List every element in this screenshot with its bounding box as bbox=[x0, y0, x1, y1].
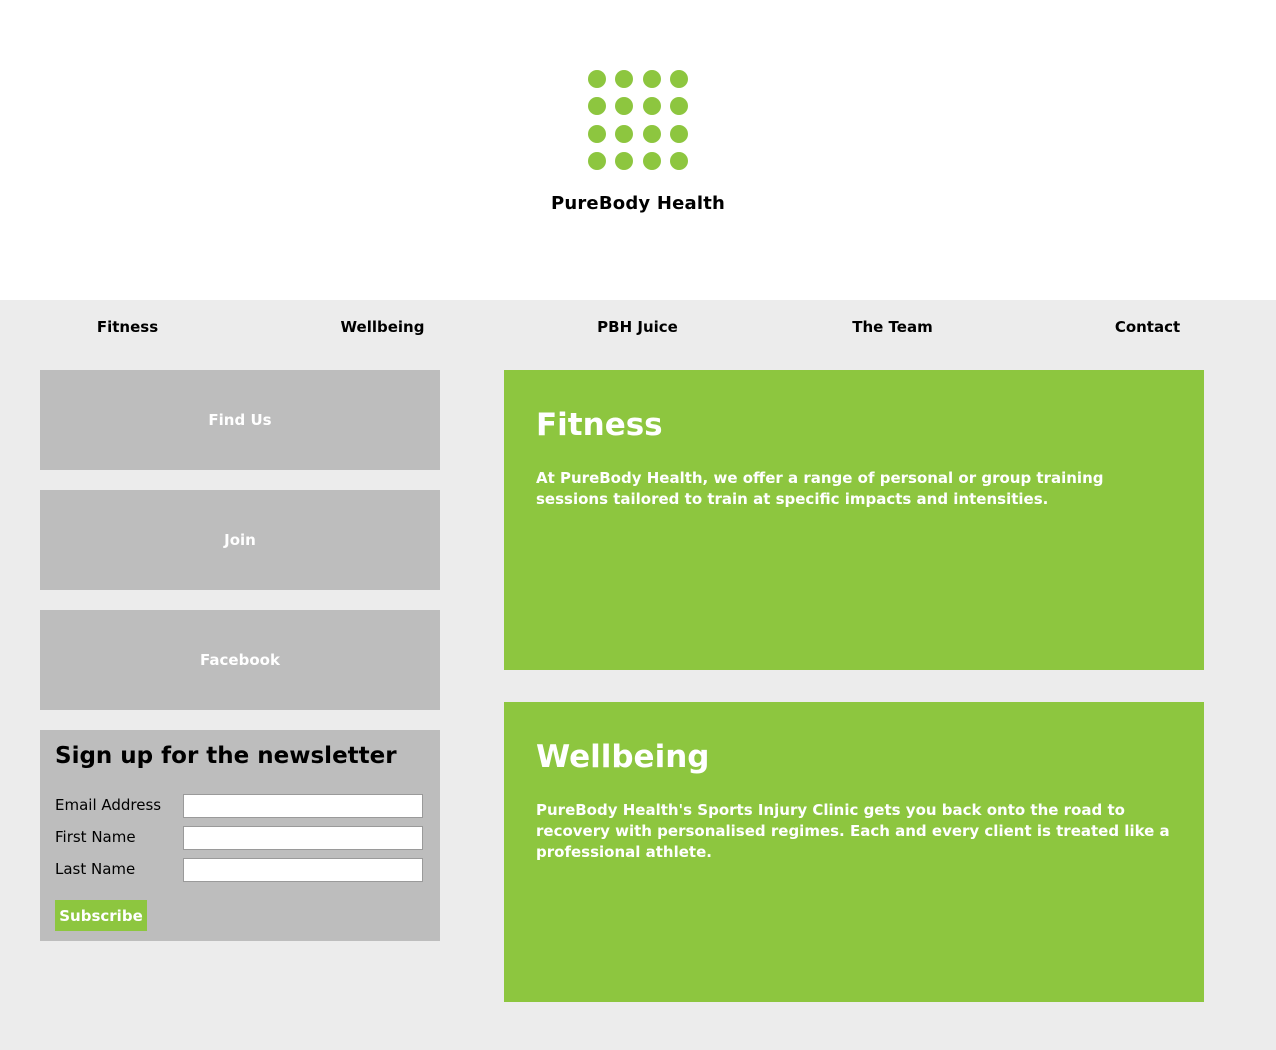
facebook-button[interactable]: Facebook bbox=[40, 610, 440, 710]
logo-dot bbox=[588, 70, 606, 88]
logo-dot bbox=[642, 97, 661, 116]
logo-dot bbox=[588, 97, 606, 116]
nav-item-wellbeing[interactable]: Wellbeing bbox=[255, 318, 510, 336]
fitness-card-text: At PureBody Health, we offer a range of … bbox=[536, 469, 1104, 508]
wellbeing-card-title: Wellbeing bbox=[536, 739, 710, 775]
find-us-label: Find Us bbox=[208, 411, 272, 429]
logo-dot bbox=[669, 97, 688, 116]
fitness-card-title: Fitness bbox=[536, 407, 663, 443]
newsletter-form: Sign up for the newsletter Email Address… bbox=[40, 730, 440, 941]
last-name-label: Last Name bbox=[55, 860, 136, 878]
last-name-field[interactable] bbox=[183, 858, 423, 882]
logo-dot bbox=[669, 124, 688, 143]
wellbeing-card: Wellbeing PureBody Health's Sports Injur… bbox=[504, 702, 1204, 1002]
logo-dot bbox=[588, 151, 606, 170]
join-button[interactable]: Join bbox=[40, 490, 440, 590]
email-label: Email Address bbox=[55, 796, 162, 814]
facebook-label: Facebook bbox=[200, 651, 280, 669]
site-header: PureBody Health bbox=[0, 0, 1276, 300]
newsletter-title: Sign up for the newsletter bbox=[55, 743, 397, 769]
nav-item-fitness[interactable]: Fitness bbox=[0, 318, 255, 336]
wellbeing-card-text: PureBody Health's Sports Injury Clinic g… bbox=[536, 801, 1170, 861]
nav-item-the-team[interactable]: The Team bbox=[765, 318, 1020, 336]
main-nav: Fitness Wellbeing PBH Juice The Team Con… bbox=[0, 300, 1276, 355]
logo-dot bbox=[642, 70, 661, 88]
logo-dot bbox=[615, 124, 634, 143]
logo-dot bbox=[669, 70, 688, 88]
fitness-card: Fitness At PureBody Health, we offer a r… bbox=[504, 370, 1204, 670]
brand-name[interactable]: PureBody Health bbox=[0, 193, 1276, 214]
join-label: Join bbox=[224, 531, 256, 549]
logo-dot bbox=[615, 97, 634, 116]
logo-dot bbox=[588, 124, 606, 143]
subscribe-button[interactable]: Subscribe bbox=[55, 900, 147, 931]
logo-dot bbox=[615, 70, 634, 88]
dot-grid-logo-icon[interactable] bbox=[588, 70, 688, 170]
first-name-field[interactable] bbox=[183, 826, 423, 850]
logo-dot bbox=[642, 124, 661, 143]
nav-item-contact[interactable]: Contact bbox=[1020, 318, 1275, 336]
first-name-label: First Name bbox=[55, 828, 136, 846]
find-us-button[interactable]: Find Us bbox=[40, 370, 440, 470]
logo-dot bbox=[669, 151, 688, 170]
nav-item-pbh-juice[interactable]: PBH Juice bbox=[510, 318, 765, 336]
logo-dot bbox=[642, 151, 661, 170]
email-field[interactable] bbox=[183, 794, 423, 818]
logo-dot bbox=[615, 151, 634, 170]
